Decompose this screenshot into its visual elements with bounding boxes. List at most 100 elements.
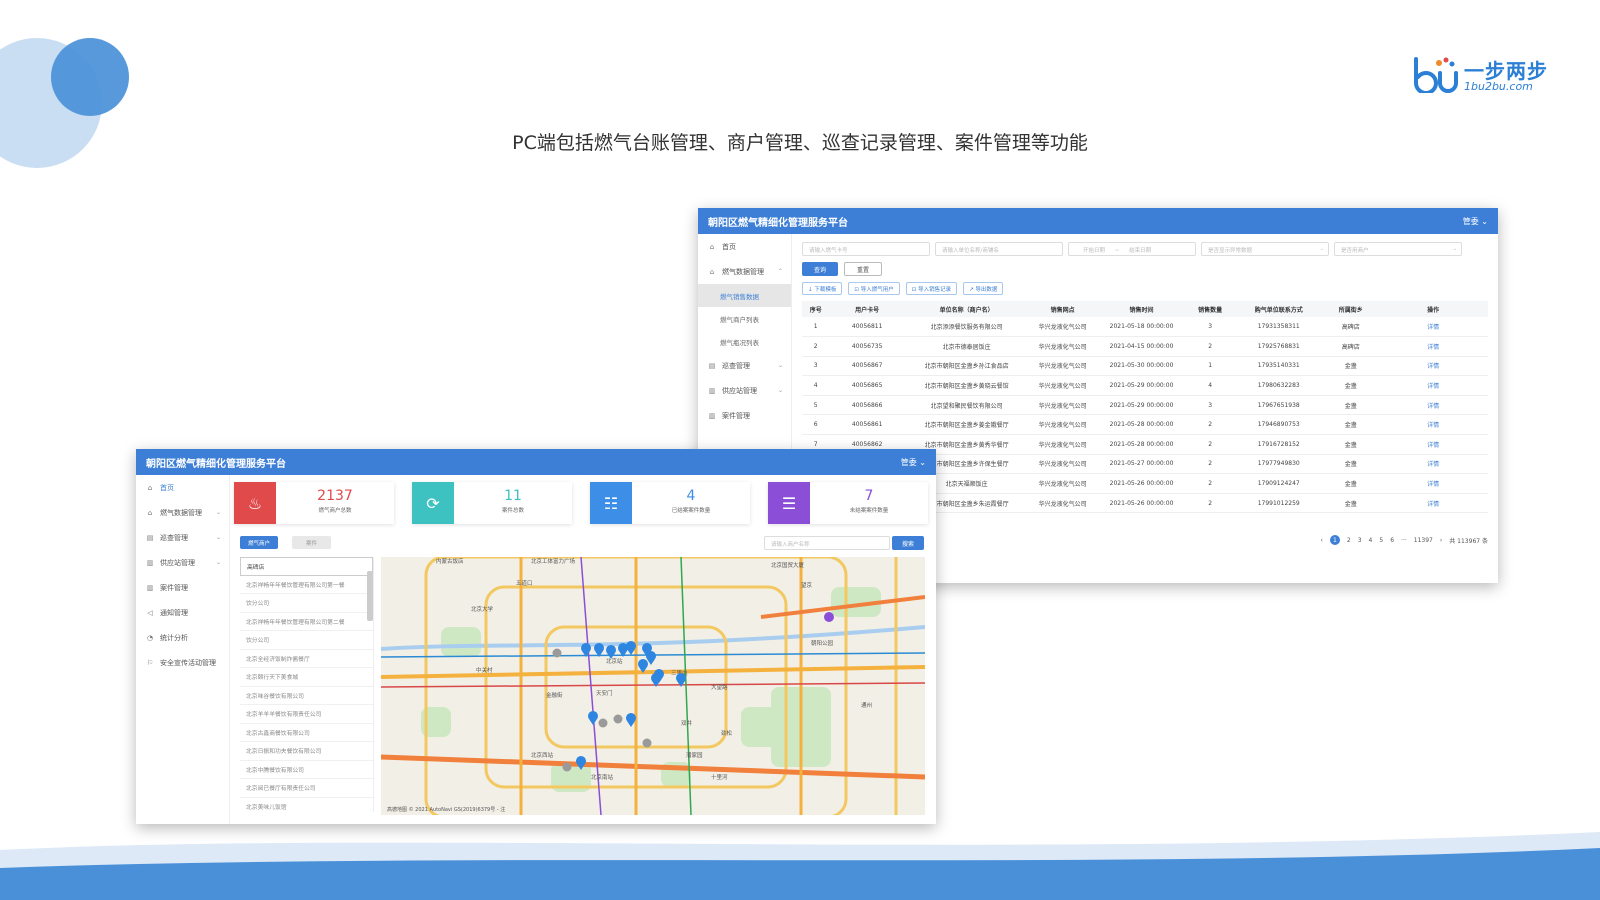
list-item[interactable]: 饮分公司 xyxy=(240,631,373,650)
detail-link[interactable]: 详情 xyxy=(1378,375,1488,396)
sidebar-item[interactable]: ▥ 案件管理 xyxy=(136,575,229,600)
table-cell: 17925768831 xyxy=(1234,336,1324,357)
detail-link[interactable]: 详情 xyxy=(1378,473,1488,494)
merchant-type-select[interactable]: 是否用商户 ⌄ xyxy=(1334,242,1462,256)
date-range-picker[interactable]: 开始日期 ~ 结束日期 xyxy=(1068,242,1196,256)
map-place-label: 双井 xyxy=(681,719,693,727)
detail-link[interactable]: 详情 xyxy=(1378,395,1488,416)
map-place-label: 劲松 xyxy=(721,729,733,737)
list-scrollbar[interactable] xyxy=(367,571,373,621)
page-4[interactable]: 4 xyxy=(1369,537,1373,544)
download-template-button[interactable]: ↓ 下载模板 xyxy=(802,282,843,295)
stat-label: 未结案案件数量 xyxy=(849,508,889,514)
page-6[interactable]: 6 xyxy=(1390,537,1394,544)
list-item[interactable]: 北京全经济饭制炸酱餐厅 xyxy=(240,650,373,668)
next-page-button[interactable]: › xyxy=(1440,537,1442,544)
sidebar-item-label: 巡查管理 xyxy=(160,533,188,542)
sidebar-item[interactable]: ▤ 巡查管理 ⌄ xyxy=(698,353,791,378)
detail-link[interactable]: 详情 xyxy=(1378,356,1488,377)
export-data-button[interactable]: ↗ 导出数据 xyxy=(963,282,1004,295)
detail-link[interactable]: 详情 xyxy=(1378,414,1488,436)
query-button[interactable]: 查询 xyxy=(802,262,839,276)
list-item[interactable]: 高碑店 xyxy=(240,557,373,576)
stat-card[interactable]: ⟳ 11 案件总数 xyxy=(412,482,572,524)
sidebar-subitem[interactable]: 燃气商户列表 xyxy=(698,307,791,330)
filter-bar: 请输入燃气卡号 请输入单位名称/商铺名 开始日期 ~ 结束日期 是否显示异常数据… xyxy=(802,242,1488,256)
user-menu[interactable]: 管委 ⌄ xyxy=(1463,216,1488,227)
stat-card[interactable]: ☰ 7 未结案案件数量 xyxy=(768,482,928,524)
merchant-search-input[interactable]: 请输入商户名称 xyxy=(764,536,890,550)
sidebar-item[interactable]: ⌂ 燃气数据管理 ⌄ xyxy=(136,500,229,525)
detail-link[interactable]: 详情 xyxy=(1378,493,1488,514)
merchant-type-select-label: 是否用商户 xyxy=(1341,248,1369,254)
merchant-name-input[interactable]: 请输入单位名称/商铺名 xyxy=(935,242,1063,256)
tab-merchants[interactable]: 燃气商户 xyxy=(240,536,279,549)
query-buttons: 查询 重置 xyxy=(802,262,1488,276)
list-item[interactable]: 饮分公司 xyxy=(240,594,373,613)
list-item[interactable]: 北京日振和功夫餐饮有限公司 xyxy=(240,742,373,761)
map-place-label: 中关村 xyxy=(476,666,493,674)
map-marker-grey-icon xyxy=(642,738,652,748)
case-icon: ⟳ xyxy=(412,482,454,524)
sidebar-item[interactable]: ▥ 案件管理 xyxy=(698,403,791,428)
abnormal-data-select[interactable]: 是否显示异常数据 ⌄ xyxy=(1201,242,1329,256)
stat-card[interactable]: ♨ 2137 燃气商户总数 xyxy=(234,482,394,524)
document-check-icon: ☷ xyxy=(590,482,632,524)
list-item[interactable]: 北京祥畅年年餐饮管理有限公司第二餐 xyxy=(240,613,373,631)
sidebar-item[interactable]: ▥ 供应站管理 ⌄ xyxy=(698,378,791,403)
page-2[interactable]: 2 xyxy=(1347,537,1351,544)
page-3[interactable]: 3 xyxy=(1358,537,1362,544)
sidebar-item[interactable]: ⌂ 首页 xyxy=(136,475,229,500)
stat-card-body: 7 未结案案件数量 xyxy=(810,482,928,524)
list-item[interactable]: 北京阅已餐厅有限责任公司 xyxy=(240,779,373,798)
prev-page-button[interactable]: ‹ xyxy=(1320,537,1322,544)
detail-link[interactable]: 详情 xyxy=(1378,336,1488,357)
detail-link[interactable]: 详情 xyxy=(1378,317,1488,338)
stat-label: 已结案案件数量 xyxy=(671,508,711,514)
detail-link[interactable]: 详情 xyxy=(1378,434,1488,455)
page-current[interactable]: 1 xyxy=(1329,535,1340,545)
sidebar-item[interactable]: ⌂ 首页 xyxy=(698,234,791,259)
table-cell: 40056735 xyxy=(829,336,905,357)
map-view[interactable]: 内蒙古饭店 北京工体富力广场 北京国贸大厦 五道口 北京站 朝阳公园 北京大学 中关村 天安门北… xyxy=(381,557,925,815)
table-cell: 华兴龙液化气公司 xyxy=(1028,414,1097,436)
table-cell: 5 xyxy=(802,395,830,416)
table-cell: 北京添添餐饮服务有限公司 xyxy=(904,317,1029,338)
user-menu[interactable]: 管委 ⌄ xyxy=(901,457,926,468)
sidebar-item[interactable]: ▥ 供应站管理 ⌄ xyxy=(136,550,229,575)
page-ellipsis[interactable]: ··· xyxy=(1401,537,1407,544)
list-item[interactable]: 北京美味儿饭馆 xyxy=(240,798,373,813)
table-cell: 2021-05-26 00:00:00 xyxy=(1096,473,1187,494)
sidebar-subitem[interactable]: 燃气瓶况列表 xyxy=(698,330,791,353)
table-cell: 2021-05-29 00:00:00 xyxy=(1096,375,1187,396)
tab-cases[interactable]: 案件 xyxy=(292,536,332,549)
sidebar-item[interactable]: ◔ 统计分析 xyxy=(136,625,229,650)
stat-card[interactable]: ☷ 4 已结案案件数量 xyxy=(590,482,750,524)
card-number-input[interactable]: 请输入燃气卡号 xyxy=(802,242,930,256)
list-item[interactable]: 北京古鑫商餐饮有限公司 xyxy=(240,724,373,742)
list-item[interactable]: 北京祥畅年年餐饮管理有限公司第一餐 xyxy=(240,576,373,594)
list-item[interactable]: 北京颐行天下美食城 xyxy=(240,668,373,687)
map-place-label: 北京西站 xyxy=(531,751,554,759)
sidebar-item[interactable]: ⚐ 安全宣传活动管理 xyxy=(136,650,229,675)
table-cell: 2 xyxy=(1186,493,1235,514)
sidebar-subitem[interactable]: 燃气销售数据 xyxy=(698,284,791,307)
map-marker-grey-icon xyxy=(598,718,608,728)
import-sales-button[interactable]: ⊡ 导入销售记录 xyxy=(905,282,958,295)
table-cell: 17991012259 xyxy=(1234,493,1324,514)
detail-link[interactable]: 详情 xyxy=(1378,454,1488,475)
sidebar-icon: ⌂ xyxy=(147,508,153,517)
import-users-button[interactable]: ⊡ 导入燃气用户 xyxy=(848,282,900,295)
map-canvas[interactable]: 内蒙古饭店 北京工体富力广场北京国贸大厦五道口北京站 朝阳公园 北京大学中关村天安门北… xyxy=(381,557,925,815)
sidebar-item[interactable]: ◁ 通知管理 xyxy=(136,600,229,625)
list-item[interactable]: 北京味谷餐饮有限公司 xyxy=(240,687,373,705)
list-item[interactable]: 北京羊羊羊餐饮有限责任公司 xyxy=(240,705,373,724)
stat-value: 4 xyxy=(686,488,696,504)
sidebar-item[interactable]: ⌂ 燃气数据管理 ⌃ xyxy=(698,259,791,284)
reset-button[interactable]: 重置 xyxy=(844,262,883,276)
page-5[interactable]: 5 xyxy=(1379,537,1383,544)
list-item[interactable]: 北京中腾餐饮有限公司 xyxy=(240,761,373,779)
sidebar-item[interactable]: ▤ 巡查管理 ⌄ xyxy=(136,525,229,550)
search-button[interactable]: 搜索 xyxy=(892,536,924,550)
page-last[interactable]: 11397 xyxy=(1414,537,1433,544)
